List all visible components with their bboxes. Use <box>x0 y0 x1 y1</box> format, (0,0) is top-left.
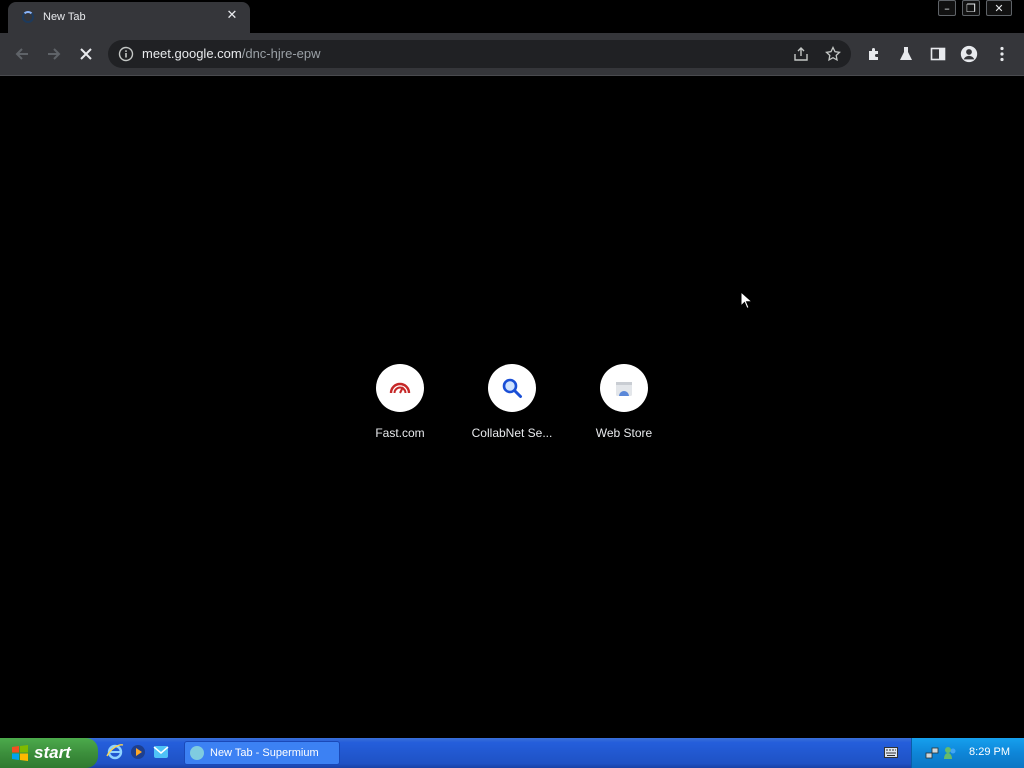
tab-title: New Tab <box>43 11 86 23</box>
tab-new-tab[interactable]: New Tab ✕ <box>8 2 250 33</box>
close-window-button[interactable]: ✕ <box>986 0 1012 16</box>
stop-loading-icon[interactable] <box>76 44 96 64</box>
shortcut-icon-circle <box>600 364 648 412</box>
taskbar-clock: 8:29 PM <box>969 746 1010 758</box>
windows-taskbar: start New Tab - Supermium 8:29 PM <box>0 738 1024 768</box>
extensions-puzzle-icon[interactable] <box>864 44 884 64</box>
shortcut-icon-circle <box>376 364 424 412</box>
site-info-icon[interactable] <box>118 46 134 62</box>
web-store-icon <box>616 382 632 396</box>
quick-launch <box>106 743 170 761</box>
shortcut-label: Web Store <box>595 426 653 440</box>
internet-explorer-icon[interactable] <box>106 743 124 761</box>
supermium-icon <box>190 746 204 760</box>
shortcut-icon-circle <box>488 364 536 412</box>
taskbar-item-label: New Tab - Supermium <box>210 747 319 759</box>
start-button[interactable]: start <box>0 738 98 768</box>
minimize-button[interactable]: – <box>938 0 956 16</box>
side-panel-icon[interactable] <box>928 44 948 64</box>
back-arrow-icon[interactable] <box>12 44 32 64</box>
profile-avatar-icon[interactable] <box>958 43 980 65</box>
window-controls: – ❐ ✕ <box>938 0 1012 16</box>
forward-arrow-icon[interactable] <box>44 44 64 64</box>
start-label: start <box>34 743 71 762</box>
shortcut-web-store[interactable]: Web Store <box>568 364 680 454</box>
windows-flag-icon <box>12 745 28 761</box>
url-text[interactable]: meet.google.com/dnc-hjre-epw <box>142 46 321 61</box>
bookmark-star-icon[interactable] <box>825 45 841 62</box>
outlook-express-icon[interactable] <box>152 743 170 761</box>
system-tray: 8:29 PM <box>884 738 1024 768</box>
messenger-icon[interactable] <box>942 745 958 761</box>
share-icon[interactable] <box>793 46 809 62</box>
shortcut-fast-com[interactable]: Fast.com <box>344 364 456 454</box>
shortcut-collabnet[interactable]: CollabNet Se... <box>456 364 568 454</box>
mouse-pointer-icon <box>740 291 754 310</box>
media-player-icon[interactable] <box>129 743 147 761</box>
menu-kebab-icon[interactable] <box>992 44 1012 64</box>
labs-flask-icon[interactable] <box>896 44 916 64</box>
tab-strip: New Tab ✕ – ❐ ✕ <box>0 0 1024 33</box>
speedometer-icon <box>389 382 411 394</box>
taskbar-item-supermium[interactable]: New Tab - Supermium <box>184 741 340 765</box>
restore-button[interactable]: ❐ <box>962 0 980 16</box>
tab-close-icon[interactable]: ✕ <box>224 8 240 24</box>
magnifier-icon <box>502 378 522 398</box>
url-path: /dnc-hjre-epw <box>241 46 321 61</box>
browser-toolbar: meet.google.com/dnc-hjre-epw <box>0 33 1024 76</box>
network-icon[interactable] <box>924 745 940 761</box>
shortcut-label: Fast.com <box>375 426 425 440</box>
address-bar[interactable]: meet.google.com/dnc-hjre-epw <box>108 40 851 68</box>
shortcut-label: CollabNet Se... <box>471 426 553 440</box>
new-tab-page: Fast.com CollabNet Se... Web Store <box>0 76 1024 738</box>
url-host: meet.google.com <box>142 46 242 61</box>
keyboard-icon[interactable] <box>884 747 898 758</box>
loading-spinner-icon <box>22 11 34 23</box>
